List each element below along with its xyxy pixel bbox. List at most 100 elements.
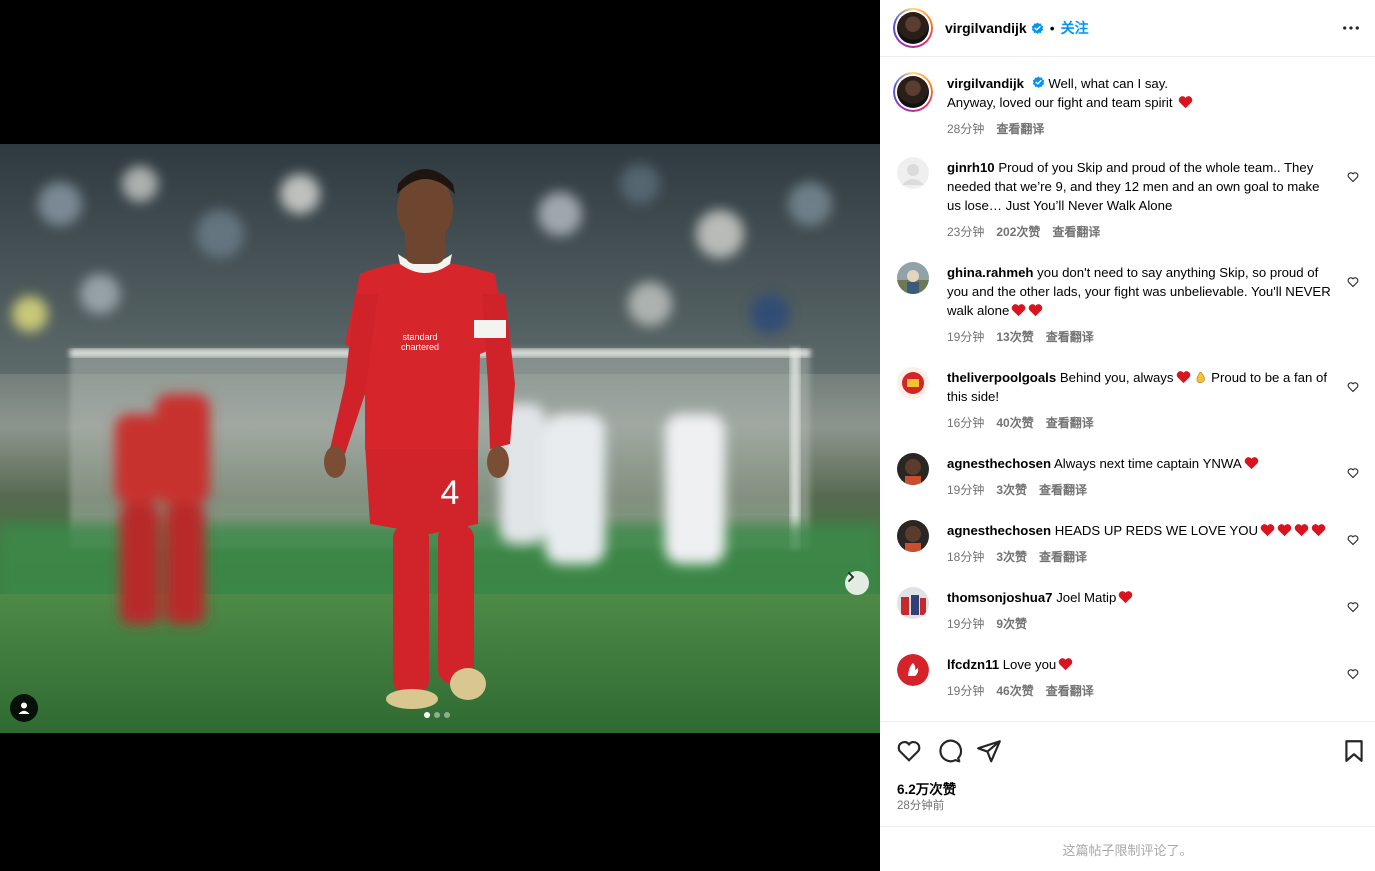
- like-comment-icon[interactable]: [1347, 668, 1359, 680]
- avatar[interactable]: [897, 262, 929, 294]
- red-heart-icon: [1244, 457, 1258, 470]
- comment-bubble-icon[interactable]: [936, 738, 962, 764]
- post-modal: standard chartered 4 virgilvandijk • 关注 …: [0, 0, 1375, 871]
- caption-meta: 28分钟 查看翻译: [947, 120, 1044, 137]
- photo-avatar-icon: [897, 587, 929, 619]
- like-comment-icon[interactable]: [1347, 381, 1359, 393]
- more-horizontal-icon: [1343, 26, 1359, 30]
- comment-username[interactable]: ghina.rahmeh: [947, 265, 1033, 280]
- see-translation-link[interactable]: 查看翻译: [996, 120, 1044, 137]
- see-translation-link[interactable]: 查看翻译: [1046, 328, 1094, 345]
- comment-time[interactable]: 18分钟: [947, 548, 984, 565]
- red-heart-icon: [1277, 524, 1292, 537]
- comment-time[interactable]: 19分钟: [947, 615, 984, 632]
- avatar[interactable]: [897, 453, 929, 485]
- comment-likes[interactable]: 3次赞: [996, 548, 1027, 565]
- header-username[interactable]: virgilvandijk: [945, 20, 1027, 36]
- comment-text: thomsonjoshua7 Joel Matip: [947, 588, 1337, 607]
- caption-time[interactable]: 28分钟: [947, 120, 984, 137]
- like-comment-icon[interactable]: [1347, 601, 1359, 613]
- avatar[interactable]: [897, 654, 929, 686]
- comment-username[interactable]: thomsonjoshua7: [947, 590, 1053, 605]
- follow-button[interactable]: 关注: [1061, 18, 1089, 38]
- avatar[interactable]: [893, 8, 933, 48]
- svg-text:standard: standard: [402, 332, 437, 342]
- posted-time[interactable]: 28分钟前: [897, 797, 944, 813]
- comment-text: theliverpoolgoals Behind you, always Pro…: [947, 368, 1337, 406]
- caption-username[interactable]: virgilvandijk: [947, 76, 1024, 91]
- comment-text: ghina.rahmeh you don't need to say anyth…: [947, 263, 1337, 320]
- clapping-hands-icon: [1196, 371, 1205, 384]
- comment-likes[interactable]: 13次赞: [996, 328, 1033, 345]
- comment-username[interactable]: lfcdzn11: [947, 657, 999, 672]
- red-heart-icon: [1178, 96, 1193, 109]
- verified-badge-icon: [1032, 76, 1044, 88]
- comment-meta: 16分钟 40次赞 查看翻译: [947, 414, 1094, 431]
- lfc-logo-avatar-icon: [897, 654, 929, 686]
- comment-username[interactable]: agnesthechosen: [947, 456, 1051, 471]
- see-translation-link[interactable]: 查看翻译: [1039, 548, 1087, 565]
- chevron-right-icon: [848, 572, 855, 582]
- comments-list[interactable]: virgilvandijk Well, what can I say. Anyw…: [880, 57, 1375, 721]
- see-translation-link[interactable]: 查看翻译: [1039, 481, 1087, 498]
- red-heart-icon: [1311, 524, 1326, 537]
- likes-count[interactable]: 6.2万次赞: [897, 778, 956, 798]
- avatar[interactable]: [897, 157, 929, 189]
- see-translation-link[interactable]: 查看翻译: [1046, 414, 1094, 431]
- see-translation-link[interactable]: 查看翻译: [1052, 223, 1100, 240]
- share-paper-plane-icon[interactable]: [976, 738, 1002, 764]
- comment-time[interactable]: 19分钟: [947, 682, 984, 699]
- post-photo-illustration: standard chartered 4: [0, 144, 880, 733]
- comment-time[interactable]: 19分钟: [947, 481, 984, 498]
- avatar[interactable]: [897, 587, 929, 619]
- comment-time[interactable]: 16分钟: [947, 414, 984, 431]
- like-comment-icon[interactable]: [1347, 276, 1359, 288]
- avatar-face: [897, 76, 929, 108]
- carousel-next-button[interactable]: [845, 571, 869, 595]
- like-comment-icon[interactable]: [1347, 171, 1359, 183]
- tagged-users-button[interactable]: [10, 694, 38, 722]
- avatar-inner: [895, 74, 931, 110]
- red-heart-icon: [1119, 591, 1133, 604]
- comment-body: HEADS UP REDS WE LOVE YOU: [1054, 523, 1258, 538]
- comment-likes[interactable]: 46次赞: [996, 682, 1033, 699]
- comment-meta: 18分钟 3次赞 查看翻译: [947, 548, 1087, 565]
- caption-line2: Anyway, loved our fight and team spirit: [947, 95, 1173, 110]
- header-separator: •: [1049, 20, 1055, 36]
- portrait-avatar-icon: [897, 453, 929, 485]
- comment-meta: 19分钟 9次赞: [947, 615, 1027, 632]
- comment-username[interactable]: theliverpoolgoals: [947, 370, 1056, 385]
- comment-time[interactable]: 23分钟: [947, 223, 984, 240]
- red-heart-icon: [1294, 524, 1309, 537]
- like-comment-icon[interactable]: [1347, 467, 1359, 479]
- post-photo[interactable]: standard chartered 4: [0, 144, 880, 733]
- see-translation-link[interactable]: 查看翻译: [1046, 682, 1094, 699]
- avatar-ring: [893, 72, 933, 112]
- carousel-dot: [444, 712, 450, 718]
- bookmark-icon[interactable]: [1341, 738, 1367, 764]
- comment-body: Joel Matip: [1056, 590, 1117, 605]
- comment-text: lfcdzn11 Love you: [947, 655, 1337, 674]
- more-options-button[interactable]: [1341, 18, 1361, 38]
- carousel-dot: [424, 712, 430, 718]
- verified-badge-icon: [1031, 21, 1043, 34]
- carousel-indicator: [424, 712, 450, 718]
- avatar[interactable]: [897, 520, 929, 552]
- comment-time[interactable]: 19分钟: [947, 328, 984, 345]
- comment-likes[interactable]: 202次赞: [996, 223, 1040, 240]
- media-pane: standard chartered 4: [0, 0, 880, 871]
- comment-text: agnesthechosen Always next time captain …: [947, 454, 1337, 473]
- comment-username[interactable]: ginrh10: [947, 160, 995, 175]
- like-comment-icon[interactable]: [1347, 534, 1359, 546]
- avatar[interactable]: [897, 367, 929, 399]
- badge-avatar-icon: [897, 367, 929, 399]
- comment-likes[interactable]: 40次赞: [996, 414, 1033, 431]
- comment-username[interactable]: agnesthechosen: [947, 523, 1051, 538]
- avatar[interactable]: [893, 72, 933, 112]
- comment-likes[interactable]: 3次赞: [996, 481, 1027, 498]
- svg-text:4: 4: [441, 474, 460, 512]
- like-heart-icon[interactable]: [896, 738, 922, 764]
- comment-meta: 19分钟 3次赞 查看翻译: [947, 481, 1087, 498]
- comment-meta: 19分钟 13次赞 查看翻译: [947, 328, 1094, 345]
- comment-likes[interactable]: 9次赞: [996, 615, 1027, 632]
